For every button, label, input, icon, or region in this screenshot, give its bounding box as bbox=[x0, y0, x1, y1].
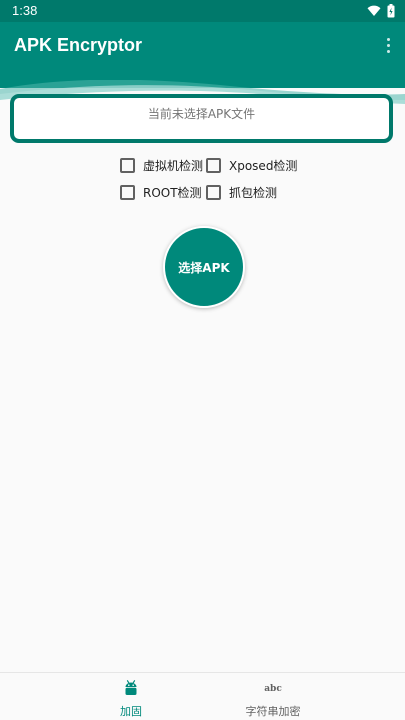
select-apk-label: 选择APK bbox=[178, 260, 230, 275]
abc-icon: abc bbox=[264, 684, 282, 694]
root-detect-checkbox[interactable] bbox=[120, 184, 135, 200]
wifi-icon bbox=[367, 5, 381, 16]
select-apk-button[interactable]: 选择APK bbox=[163, 226, 245, 308]
app-bar: APK Encryptor bbox=[0, 22, 405, 114]
capture-detect-checkbox[interactable] bbox=[206, 184, 221, 200]
android-icon bbox=[125, 680, 137, 695]
file-status-text: 当前未选择APK文件 bbox=[147, 107, 256, 121]
status-time: 1:38 bbox=[12, 3, 38, 18]
bottom-nav: 加固 abc 字符串加密 bbox=[0, 672, 405, 720]
nav-item-string-encrypt[interactable]: abc 字符串加密 bbox=[172, 673, 374, 720]
more-vert-icon[interactable] bbox=[381, 34, 395, 56]
capture-detect-label: 抓包检测 bbox=[229, 185, 278, 200]
xposed-detect-checkbox[interactable] bbox=[206, 157, 221, 173]
file-status-box: 当前未选择APK文件 bbox=[10, 94, 393, 143]
xposed-detect-label: Xposed检测 bbox=[229, 158, 298, 173]
vm-detect-checkbox[interactable] bbox=[120, 157, 135, 173]
status-bar: 1:38 bbox=[0, 0, 405, 22]
capture-detect-option[interactable]: 抓包检测 bbox=[206, 183, 277, 201]
status-icons bbox=[367, 4, 395, 18]
vm-detect-label: 虚拟机检测 bbox=[143, 158, 204, 173]
xposed-detect-option[interactable]: Xposed检测 bbox=[206, 156, 297, 174]
root-detect-label: ROOT检测 bbox=[143, 185, 202, 200]
nav-label-string-encrypt: 字符串加密 bbox=[245, 705, 301, 718]
root-detect-option[interactable]: ROOT检测 bbox=[120, 183, 202, 201]
screen: 1:38 APK Encryptor 当前未选择APK文件 虚拟机检测 Xpos… bbox=[0, 0, 405, 720]
app-title: APK Encryptor bbox=[14, 35, 143, 55]
battery-charging-icon bbox=[387, 4, 395, 18]
vm-detect-option[interactable]: 虚拟机检测 bbox=[120, 156, 203, 174]
